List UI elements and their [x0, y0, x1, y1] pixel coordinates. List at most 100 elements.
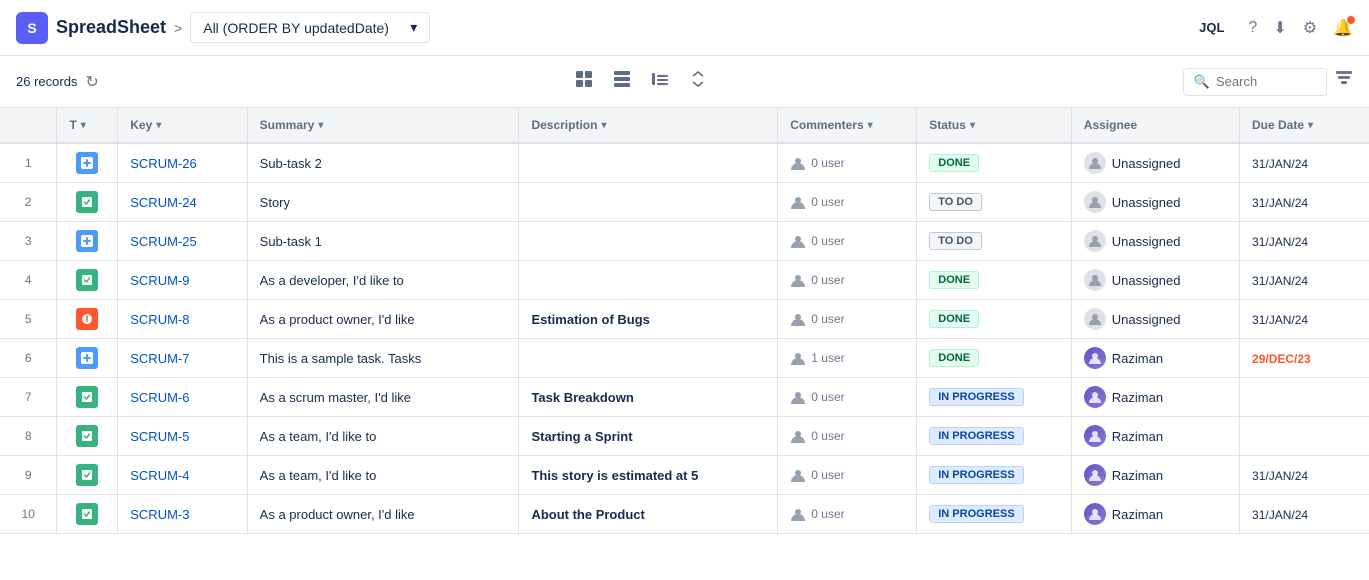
help-icon[interactable]: ? [1248, 19, 1257, 37]
issue-key-link[interactable]: SCRUM-9 [130, 273, 189, 288]
collapse-button[interactable] [681, 64, 715, 99]
notification-icon[interactable]: 🔔 [1333, 18, 1353, 38]
status-badge: DONE [929, 310, 979, 328]
status-badge: DONE [929, 271, 979, 289]
filter-button[interactable] [1335, 70, 1353, 93]
assignee-cell: Unassigned [1071, 143, 1239, 183]
col-header-type[interactable]: T▾ [57, 108, 118, 143]
type-icon [76, 464, 98, 486]
due-date-text: 31/JAN/24 [1252, 508, 1308, 522]
row-number: 8 [0, 417, 57, 456]
row-number: 2 [0, 183, 57, 222]
status-badge: IN PROGRESS [929, 505, 1023, 523]
jql-button[interactable]: JQL [1191, 16, 1232, 39]
table-header-row: T▾ Key▾ Summary▾ Description▾ Commenters… [0, 108, 1369, 143]
commenters-cell: 0 user [778, 300, 917, 339]
description-text: Estimation of Bugs [531, 312, 649, 327]
issue-key-link[interactable]: SCRUM-7 [130, 351, 189, 366]
settings-icon[interactable]: ⚙ [1303, 18, 1317, 38]
col-header-due-date[interactable]: Due Date▾ [1240, 108, 1369, 143]
description-cell: About the Product [519, 495, 778, 534]
col-header-commenters[interactable]: Commenters▾ [778, 108, 917, 143]
type-cell [57, 222, 118, 261]
col-header-summary[interactable]: Summary▾ [247, 108, 519, 143]
commenters-count: 0 user [811, 195, 844, 209]
row-number: 10 [0, 495, 57, 534]
description-cell: Starting a Sprint [519, 417, 778, 456]
key-cell: SCRUM-6 [118, 378, 247, 417]
col-header-status[interactable]: Status▾ [917, 108, 1072, 143]
issue-key-link[interactable]: SCRUM-26 [130, 156, 196, 171]
due-date-text: 31/JAN/24 [1252, 235, 1308, 249]
issue-key-link[interactable]: SCRUM-24 [130, 195, 196, 210]
type-cell [57, 183, 118, 222]
table-view-button[interactable] [567, 64, 601, 99]
notification-dot [1347, 16, 1355, 24]
type-cell [57, 378, 118, 417]
col-header-key[interactable]: Key▾ [118, 108, 247, 143]
summary-text: As a scrum master, I'd like [260, 390, 411, 405]
assignee-cell: Raziman [1071, 417, 1239, 456]
type-cell [57, 261, 118, 300]
issue-key-link[interactable]: SCRUM-25 [130, 234, 196, 249]
summary-cell: Sub-task 1 [247, 222, 519, 261]
due-date-cell: 31/JAN/24 [1240, 456, 1369, 495]
due-date-cell [1240, 378, 1369, 417]
key-cell: SCRUM-24 [118, 183, 247, 222]
row-number: 3 [0, 222, 57, 261]
col-header-assignee[interactable]: Assignee [1071, 108, 1239, 143]
issue-key-link[interactable]: SCRUM-4 [130, 468, 189, 483]
commenters-cell: 0 user [778, 183, 917, 222]
issue-key-link[interactable]: SCRUM-6 [130, 390, 189, 405]
key-cell: SCRUM-3 [118, 495, 247, 534]
assignee-name: Raziman [1112, 429, 1163, 444]
type-cell [57, 417, 118, 456]
description-cell [519, 143, 778, 183]
due-date-text: 29/DEC/23 [1252, 352, 1311, 366]
search-icon: 🔍 [1194, 74, 1210, 90]
assignee-name: Unassigned [1112, 156, 1181, 171]
type-cell [57, 300, 118, 339]
top-bar-right: JQL ? ⬇ ⚙ 🔔 [1191, 16, 1353, 39]
type-cell [57, 143, 118, 183]
issue-key-link[interactable]: SCRUM-8 [130, 312, 189, 327]
commenters-cell: 0 user [778, 261, 917, 300]
summary-text: As a team, I'd like to [260, 429, 377, 444]
commenters-count: 0 user [811, 234, 844, 248]
table-row: 2 SCRUM-24 Story 0 user TO DO Unassigned… [0, 183, 1369, 222]
commenters-count: 0 user [811, 468, 844, 482]
assignee-avatar [1084, 503, 1106, 525]
key-cell: SCRUM-9 [118, 261, 247, 300]
status-cell: IN PROGRESS [917, 495, 1072, 534]
breadcrumb-separator: > [174, 20, 182, 36]
search-input[interactable] [1216, 74, 1316, 89]
assignee-cell: Unassigned [1071, 261, 1239, 300]
due-date-cell: 31/JAN/24 [1240, 261, 1369, 300]
description-cell [519, 222, 778, 261]
assignee-avatar [1084, 464, 1106, 486]
search-box[interactable]: 🔍 [1183, 68, 1327, 96]
commenters-count: 1 user [811, 351, 844, 365]
issue-key-link[interactable]: SCRUM-3 [130, 507, 189, 522]
assignee-avatar [1084, 347, 1106, 369]
summary-text: Sub-task 1 [260, 234, 322, 249]
issue-key-link[interactable]: SCRUM-5 [130, 429, 189, 444]
status-badge: TO DO [929, 232, 982, 250]
status-cell: IN PROGRESS [917, 378, 1072, 417]
assignee-cell: Raziman [1071, 456, 1239, 495]
col-header-num [0, 108, 57, 143]
col-header-description[interactable]: Description▾ [519, 108, 778, 143]
top-bar: S SpreadSheet > All (ORDER BY updatedDat… [0, 0, 1369, 56]
commenters-cell: 0 user [778, 222, 917, 261]
key-cell: SCRUM-4 [118, 456, 247, 495]
refresh-button[interactable]: ↻ [85, 72, 98, 92]
type-icon [76, 152, 98, 174]
card-view-button[interactable] [605, 64, 639, 99]
table-row: 8 SCRUM-5 As a team, I'd like to Startin… [0, 417, 1369, 456]
type-cell [57, 495, 118, 534]
filter-dropdown[interactable]: All (ORDER BY updatedDate) ▾ [190, 12, 430, 43]
group-view-button[interactable] [643, 64, 677, 99]
download-icon[interactable]: ⬇ [1273, 18, 1286, 38]
type-icon [76, 347, 98, 369]
table-row: 6 SCRUM-7 This is a sample task. Tasks 1… [0, 339, 1369, 378]
